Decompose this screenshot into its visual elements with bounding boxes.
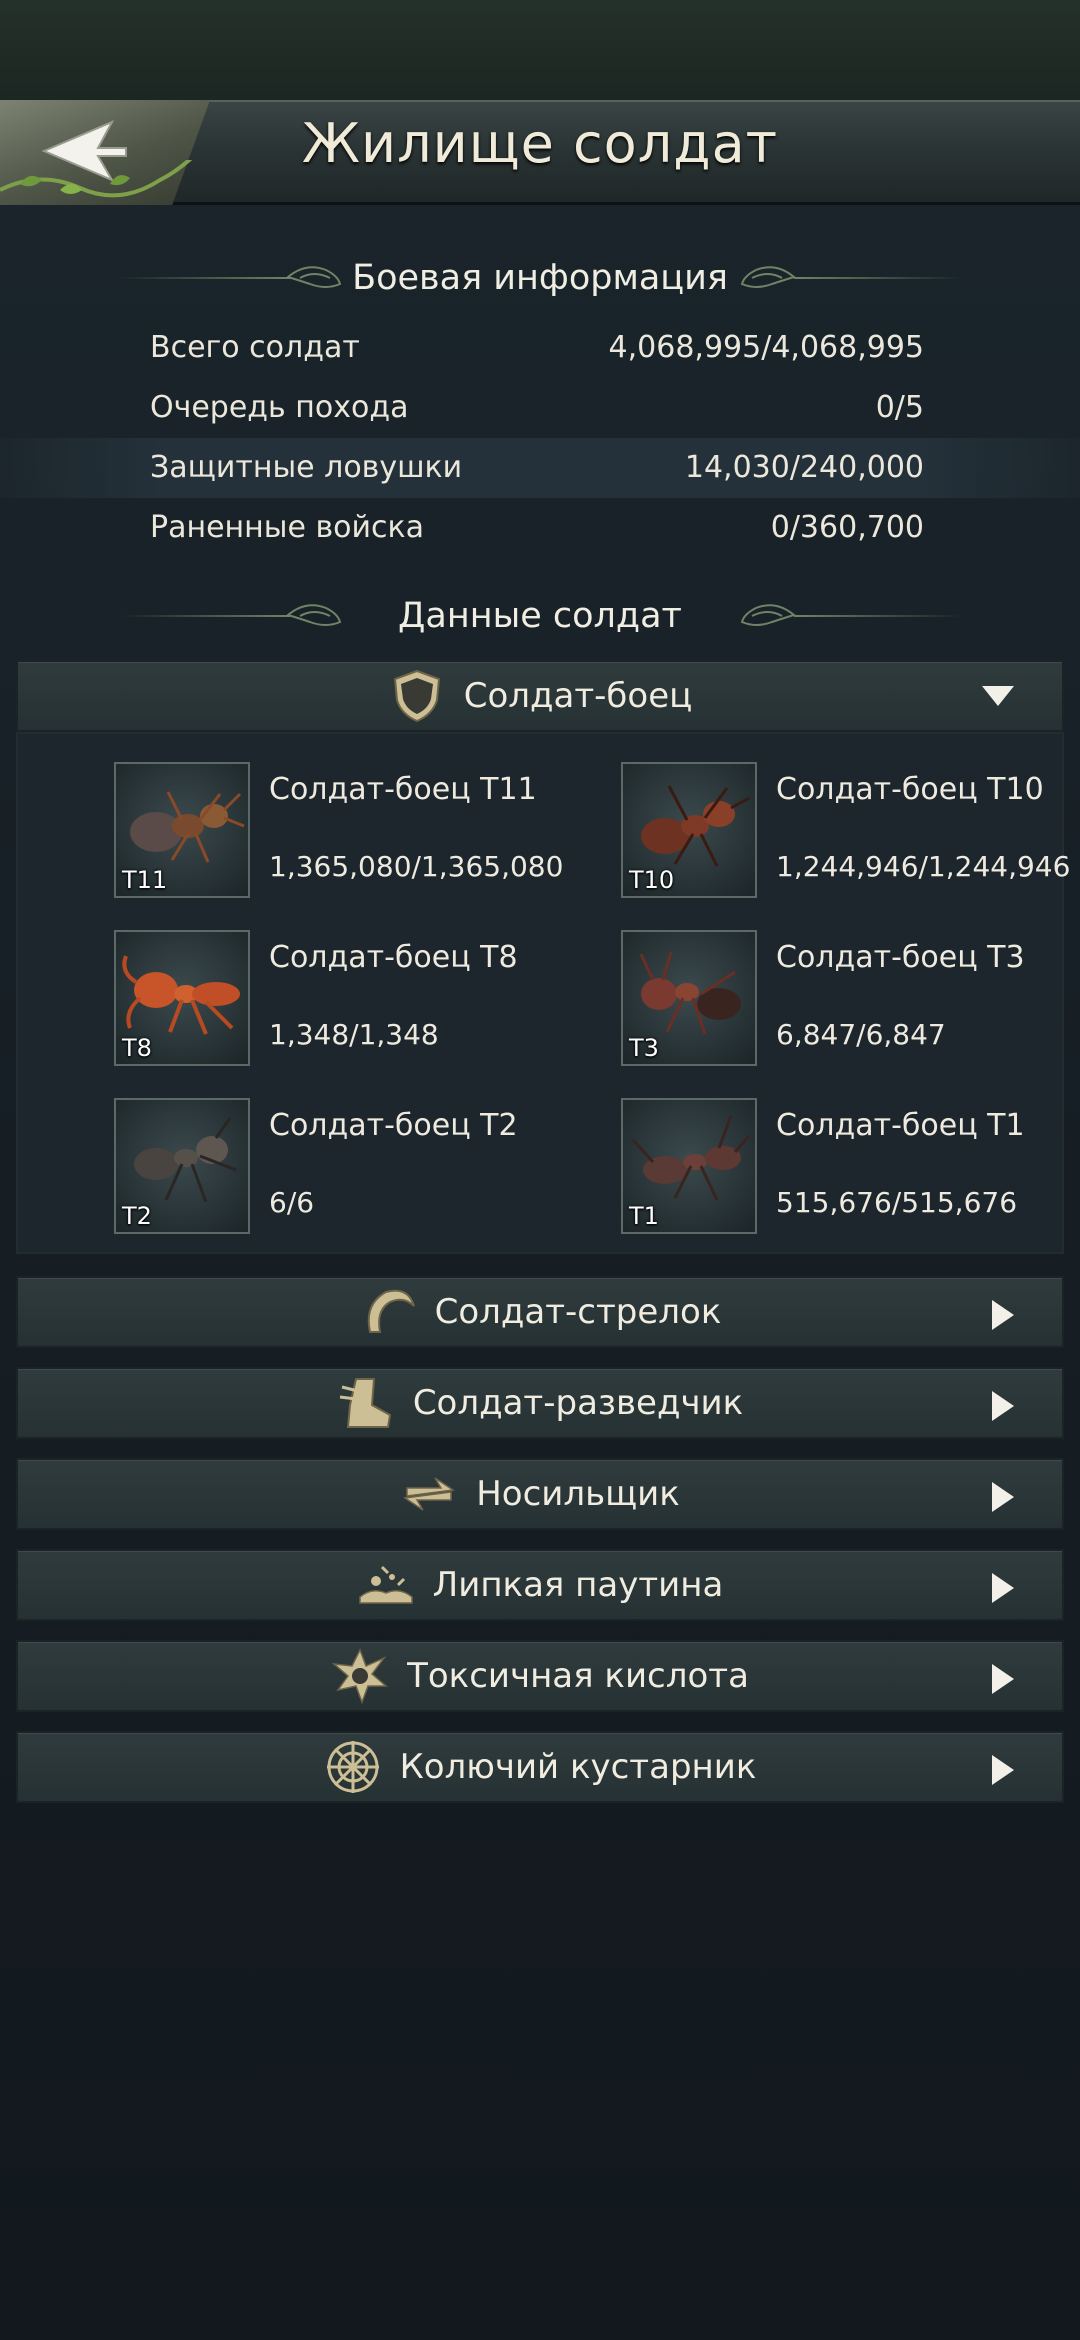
category-inner: Солдат-стрелок	[18, 1278, 1062, 1346]
info-label: Защитные ловушки	[150, 450, 463, 485]
category-inner: Солдат-боец	[18, 662, 1062, 730]
unit-card-t1[interactable]: T1 Солдат-боец T1 515,676/515,676	[621, 1098, 1080, 1238]
battle-info-heading: Боевая информация	[352, 258, 728, 298]
category-inner: Солдат-разведчик	[18, 1369, 1062, 1437]
unit-name: Солдат-боец T8	[269, 940, 518, 975]
toxic-acid-icon	[331, 1647, 389, 1705]
carrier-arrows-icon	[400, 1465, 458, 1523]
page-title: Жилище солдат	[301, 112, 779, 175]
unit-count: 1,348/1,348	[269, 1018, 439, 1051]
info-value: 4,068,995/4,068,995	[608, 330, 924, 365]
category-fighter-expanded[interactable]: Солдат-боец	[16, 660, 1064, 732]
category-inner: Липкая паутина	[18, 1551, 1062, 1619]
unit-tier: T11	[122, 866, 168, 894]
leaf-ornament-icon	[740, 266, 796, 288]
leaf-ornament-icon	[286, 604, 342, 626]
info-label: Всего солдат	[150, 330, 360, 365]
category-toxic-acid[interactable]: Токсичная кислота	[16, 1640, 1064, 1712]
category-label: Носильщик	[476, 1474, 680, 1514]
battle-info-heading-row: Боевая информация	[0, 250, 1080, 306]
info-value: 0/360,700	[770, 510, 924, 545]
leaf-ornament-icon	[740, 604, 796, 626]
ornament-line-right	[794, 615, 964, 617]
category-sticky-web[interactable]: Липкая паутина	[16, 1549, 1064, 1621]
unit-thumbnail: T1	[621, 1098, 757, 1234]
triangle-right-icon	[992, 1300, 1014, 1330]
unit-tier: T3	[629, 1034, 659, 1062]
shield-icon	[388, 667, 446, 725]
soldier-data-heading-row: Данные солдат	[0, 588, 1080, 644]
unit-thumbnail: T3	[621, 930, 757, 1066]
leaf-ornament-icon	[286, 266, 342, 288]
unit-card-t8[interactable]: T8 Солдат-боец T8 1,348/1,348	[114, 930, 614, 1070]
category-inner: Носильщик	[18, 1460, 1062, 1528]
category-label: Токсичная кислота	[407, 1656, 749, 1696]
info-value: 14,030/240,000	[684, 450, 924, 485]
category-inner: Токсичная кислота	[18, 1642, 1062, 1710]
unit-tier: T8	[122, 1034, 152, 1062]
triangle-right-icon	[992, 1482, 1014, 1512]
category-label: Солдат-стрелок	[434, 1292, 722, 1332]
ornament-line-left	[120, 277, 290, 279]
category-inner: Колючий кустарник	[18, 1733, 1062, 1801]
triangle-down-icon	[982, 686, 1014, 706]
unit-count: 6,847/6,847	[776, 1018, 946, 1051]
units-panel: T11 Солдат-боец T11 1,365,080/1,365,080 …	[16, 732, 1070, 1254]
unit-card-t2[interactable]: T2 Солдат-боец T2 6/6	[114, 1098, 614, 1238]
unit-thumbnail: T10	[621, 762, 757, 898]
info-row-wounded-troops: Раненные войска 0/360,700	[0, 498, 1080, 558]
triangle-right-icon	[992, 1755, 1014, 1785]
unit-count: 6/6	[269, 1186, 315, 1219]
unit-name: Солдат-боец T2	[269, 1108, 518, 1143]
info-value: 0/5	[875, 390, 924, 425]
soldier-data-heading: Данные солдат	[398, 596, 682, 636]
shooter-claw-icon	[359, 1283, 417, 1341]
unit-name: Солдат-боец T11	[269, 772, 537, 807]
unit-count: 1,365,080/1,365,080	[269, 850, 564, 883]
category-label: Солдат-боец	[463, 676, 693, 716]
unit-thumbnail: T8	[114, 930, 250, 1066]
unit-count: 1,244,946/1,244,946	[776, 850, 1071, 883]
triangle-right-icon	[992, 1391, 1014, 1421]
unit-tier: T1	[629, 1202, 659, 1230]
category-label: Липкая паутина	[432, 1565, 724, 1605]
category-label: Колючий кустарник	[399, 1747, 757, 1787]
unit-thumbnail: T11	[114, 762, 250, 898]
category-label: Солдат-разведчик	[412, 1383, 744, 1423]
category-thorny-bush[interactable]: Колючий кустарник	[16, 1731, 1064, 1803]
category-shooter[interactable]: Солдат-стрелок	[16, 1276, 1064, 1348]
info-label: Очередь похода	[150, 390, 409, 425]
unit-name: Солдат-боец T10	[776, 772, 1044, 807]
ornament-line-right	[794, 277, 964, 279]
ornament-line-left	[120, 615, 290, 617]
unit-tier: T10	[629, 866, 675, 894]
info-row-march-queue: Очередь похода 0/5	[0, 378, 1080, 438]
unit-name: Солдат-боец T1	[776, 1108, 1025, 1143]
unit-tier: T2	[122, 1202, 152, 1230]
scout-boot-icon	[337, 1374, 395, 1432]
triangle-right-icon	[992, 1573, 1014, 1603]
info-row-total-soldiers: Всего солдат 4,068,995/4,068,995	[0, 318, 1080, 378]
info-label: Раненные войска	[150, 510, 424, 545]
unit-card-t10[interactable]: T10 Солдат-боец T10 1,244,946/1,244,946	[621, 762, 1080, 902]
top-background	[0, 0, 1080, 100]
unit-thumbnail: T2	[114, 1098, 250, 1234]
unit-card-t3[interactable]: T3 Солдат-боец T3 6,847/6,847	[621, 930, 1080, 1070]
category-scout[interactable]: Солдат-разведчик	[16, 1367, 1064, 1439]
unit-count: 515,676/515,676	[776, 1186, 1018, 1219]
info-row-defensive-traps: Защитные ловушки 14,030/240,000	[0, 438, 1080, 498]
sticky-web-icon	[357, 1556, 415, 1614]
unit-card-t11[interactable]: T11 Солдат-боец T11 1,365,080/1,365,080	[114, 762, 614, 902]
thorny-bush-icon	[324, 1738, 382, 1796]
unit-name: Солдат-боец T3	[776, 940, 1025, 975]
category-carrier[interactable]: Носильщик	[16, 1458, 1064, 1530]
triangle-right-icon	[992, 1664, 1014, 1694]
